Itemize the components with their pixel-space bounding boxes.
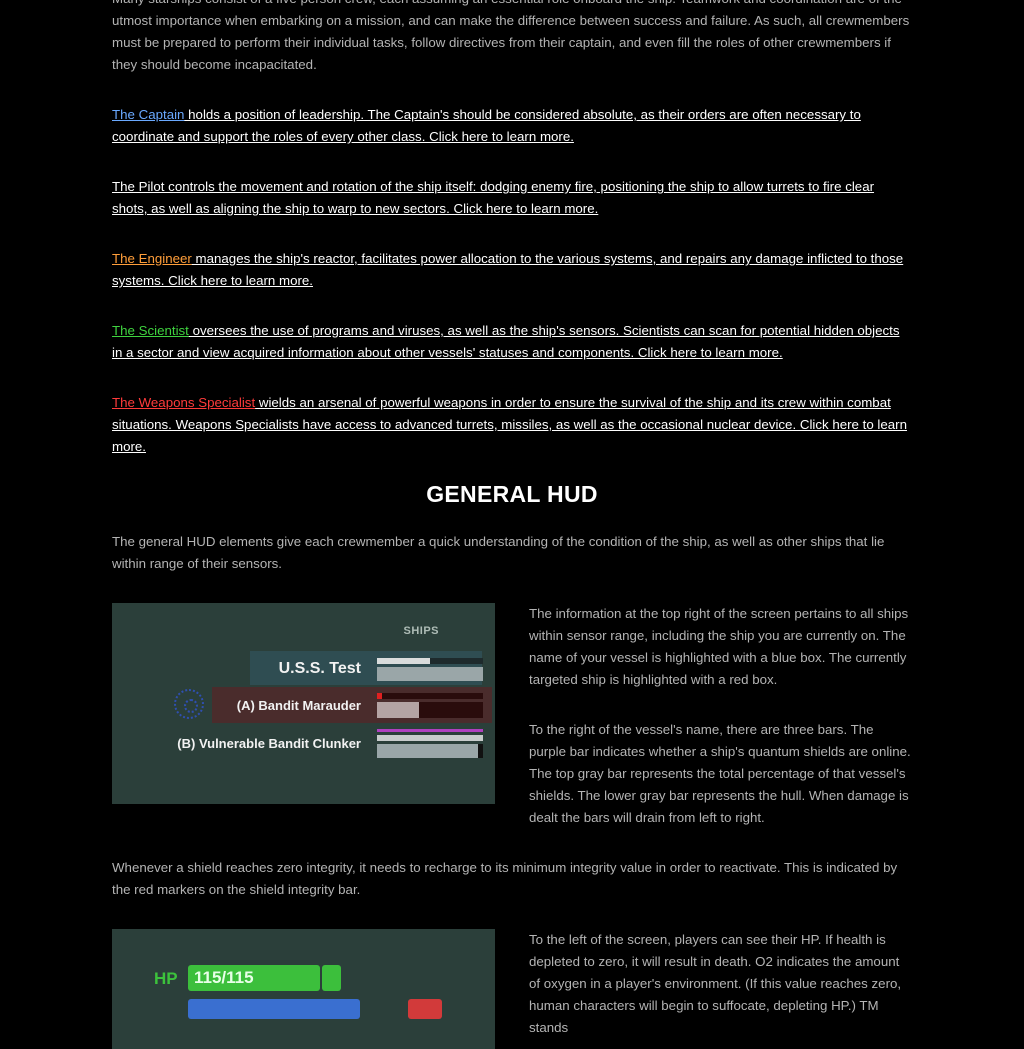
engineer-paragraph[interactable]: The Engineer manages the ship's reactor,… [112, 248, 912, 292]
hull-bar [377, 666, 483, 681]
ship-row: (B) Vulnerable Bandit Clunker [177, 727, 483, 759]
ship-name: U.S.S. Test [278, 660, 361, 677]
scientist-paragraph[interactable]: The Scientist oversees the use of progra… [112, 320, 912, 364]
player-description: To the left of the screen, players can s… [529, 929, 912, 1049]
ship-name: (A) Bandit Marauder [236, 697, 361, 713]
hp-label: HP [154, 969, 178, 988]
pilot-description[interactable]: The Pilot controls the movement and rota… [112, 179, 874, 216]
ship-row: (A) Bandit Marauder [237, 689, 483, 721]
pilot-paragraph[interactable]: The Pilot controls the movement and rota… [112, 176, 912, 220]
ship-bars [377, 692, 483, 718]
ship-bars [377, 657, 483, 681]
hull-fill [377, 701, 420, 718]
captain-description[interactable]: holds a position of leadership. The Capt… [112, 107, 861, 144]
hp-bar-cap [322, 965, 341, 991]
ships-description: The information at the top right of the … [529, 603, 912, 829]
ships-desc-2: To the right of the vessel's name, there… [529, 722, 911, 825]
crew-intro: Many starships consist of a five person … [112, 0, 910, 72]
shield-fill [377, 734, 483, 741]
shield-note: Whenever a shield reaches zero integrity… [112, 860, 898, 897]
radar-icon [174, 689, 204, 719]
hull-bar [377, 701, 483, 718]
ship-bars [377, 728, 483, 758]
o2-bar [188, 999, 360, 1019]
ships-hud-screenshot: SHIPS U.S.S. Test (A) Bandit Marauder (B… [112, 603, 495, 804]
engineer-description[interactable]: manages the ship's reactor, facilitates … [112, 251, 903, 288]
ships-section: SHIPS U.S.S. Test (A) Bandit Marauder (B… [112, 603, 912, 829]
weapons-link[interactable]: The Weapons Specialist [112, 395, 255, 410]
player-desc: To the left of the screen, players can s… [529, 932, 902, 1035]
player-section: HP 115/115 To the left of the screen, pl… [112, 929, 912, 1049]
ship-row: U.S.S. Test [279, 653, 483, 685]
article-body: Many starships consist of a five person … [112, 0, 912, 1049]
shield-bar [377, 734, 483, 741]
shield-bar [377, 657, 483, 664]
quantum-shield-bar [377, 728, 483, 732]
shield-fill [377, 692, 383, 699]
engineer-link[interactable]: The Engineer [112, 251, 192, 266]
hp-bar: 115/115 [188, 965, 320, 991]
player-hud-screenshot: HP 115/115 [112, 929, 495, 1049]
ships-desc-1: The information at the top right of the … [529, 606, 909, 687]
scientist-description[interactable]: oversees the use of programs and viruses… [112, 323, 899, 360]
shield-fill [377, 657, 430, 664]
general-hud-heading: GENERAL HUD [426, 481, 598, 507]
scientist-link[interactable]: The Scientist [112, 323, 189, 338]
shield-bar [377, 692, 483, 699]
ships-header: SHIPS [403, 625, 439, 637]
captain-link[interactable]: The Captain [112, 107, 184, 122]
ship-name: (B) Vulnerable Bandit Clunker [177, 735, 361, 751]
hull-fill [377, 743, 478, 758]
weapons-paragraph[interactable]: The Weapons Specialist wields an arsenal… [112, 392, 912, 458]
hud-intro: The general HUD elements give each crewm… [112, 534, 885, 571]
hull-bar [377, 743, 483, 758]
hull-fill [377, 666, 483, 681]
tm-indicator [408, 999, 442, 1019]
captain-paragraph[interactable]: The Captain holds a position of leadersh… [112, 104, 912, 148]
